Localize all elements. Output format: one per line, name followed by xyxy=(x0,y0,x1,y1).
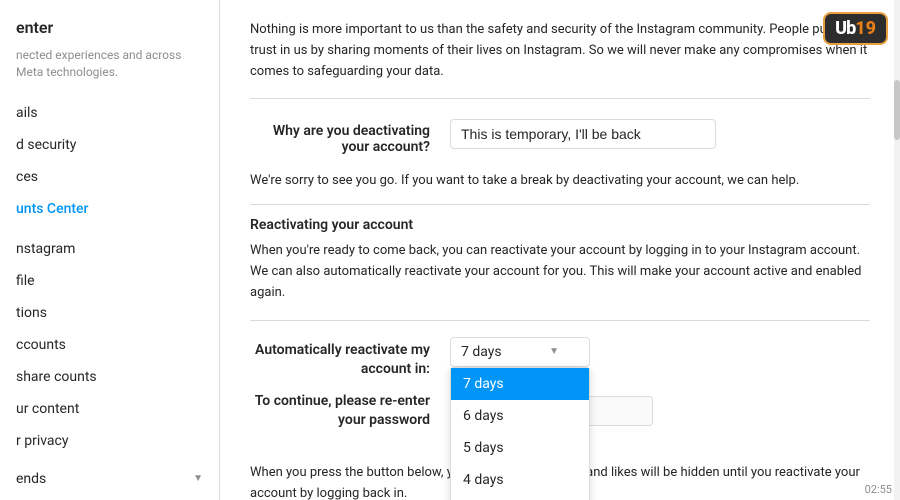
sidebar-item-accounts-center[interactable]: unts Center xyxy=(0,193,219,225)
timestamp: 02:55 xyxy=(865,483,892,496)
sorry-text: We're sorry to see you go. If you want t… xyxy=(250,171,870,205)
logo-text-ub: Ub xyxy=(835,18,855,39)
auto-reactivate-row: Automatically reactivate my account in: … xyxy=(250,337,870,380)
days-dropdown-list: 7 days 6 days 5 days 4 days 3 days 2 day… xyxy=(450,367,590,500)
sidebar-bottom: ends ▼ xyxy=(0,457,219,500)
days-dropdown-trigger[interactable]: 7 days ▼ xyxy=(450,337,590,367)
days-option-5days[interactable]: 5 days xyxy=(451,432,589,464)
main-content: Nothing is more important to us than the… xyxy=(220,0,900,500)
sidebar-item-friends[interactable]: ends xyxy=(16,465,46,493)
sidebar-item-your-content[interactable]: ur content xyxy=(0,393,219,425)
password-label: To continue, please re-enter your passwo… xyxy=(250,392,450,431)
reactivating-heading: Reactivating your account xyxy=(250,217,870,233)
sidebar-item-password-security[interactable]: d security xyxy=(0,129,219,161)
days-dropdown-value: 7 days xyxy=(461,344,502,360)
sidebar-item-accounts[interactable]: ccounts xyxy=(0,329,219,361)
sidebar-item-notifications[interactable]: tions xyxy=(0,297,219,329)
logo-watermark: Ub 19 xyxy=(823,12,888,45)
sidebar: enter nected experiences and across Meta… xyxy=(0,0,220,500)
scrollbar[interactable] xyxy=(894,0,900,500)
deactivate-reason-content: This is temporary, I'll be back Privacy … xyxy=(450,119,870,149)
days-option-7days[interactable]: 7 days xyxy=(451,368,589,400)
sidebar-description: nected experiences and across Meta techn… xyxy=(0,45,219,89)
deactivate-reason-row: Why are you deactivating your account? T… xyxy=(250,119,870,155)
days-option-3days[interactable]: 3 days xyxy=(451,496,589,500)
logo-text-19: 19 xyxy=(855,18,876,39)
intro-text: Nothing is more important to us than the… xyxy=(250,20,870,99)
chevron-down-icon: ▼ xyxy=(549,346,559,357)
days-dropdown[interactable]: 7 days ▼ 7 days 6 days 5 days 4 days 3 d… xyxy=(450,337,590,367)
scroll-thumb[interactable] xyxy=(894,80,900,140)
days-option-4days[interactable]: 4 days xyxy=(451,464,589,496)
sidebar-item-profile[interactable]: file xyxy=(0,265,219,297)
auto-reactivate-label: Automatically reactivate my account in: xyxy=(250,337,450,380)
reason-dropdown[interactable]: This is temporary, I'll be back Privacy … xyxy=(450,119,716,149)
sidebar-item-apps-websites[interactable]: ces xyxy=(0,161,219,193)
sidebar-title: enter xyxy=(0,10,219,45)
sidebar-item-privacy[interactable]: r privacy xyxy=(0,425,219,457)
reactivating-body: When you're ready to come back, you can … xyxy=(250,241,870,320)
sidebar-item-instagram[interactable]: nstagram xyxy=(0,233,219,265)
deactivate-question-label: Why are you deactivating your account? xyxy=(250,119,450,155)
chevron-down-icon: ▼ xyxy=(193,473,203,484)
sidebar-item-share-counts[interactable]: share counts xyxy=(0,361,219,393)
sidebar-item-emails[interactable]: ails xyxy=(0,97,219,129)
days-option-6days[interactable]: 6 days xyxy=(451,400,589,432)
reason-dropdown-wrapper: This is temporary, I'll be back Privacy … xyxy=(450,119,716,149)
